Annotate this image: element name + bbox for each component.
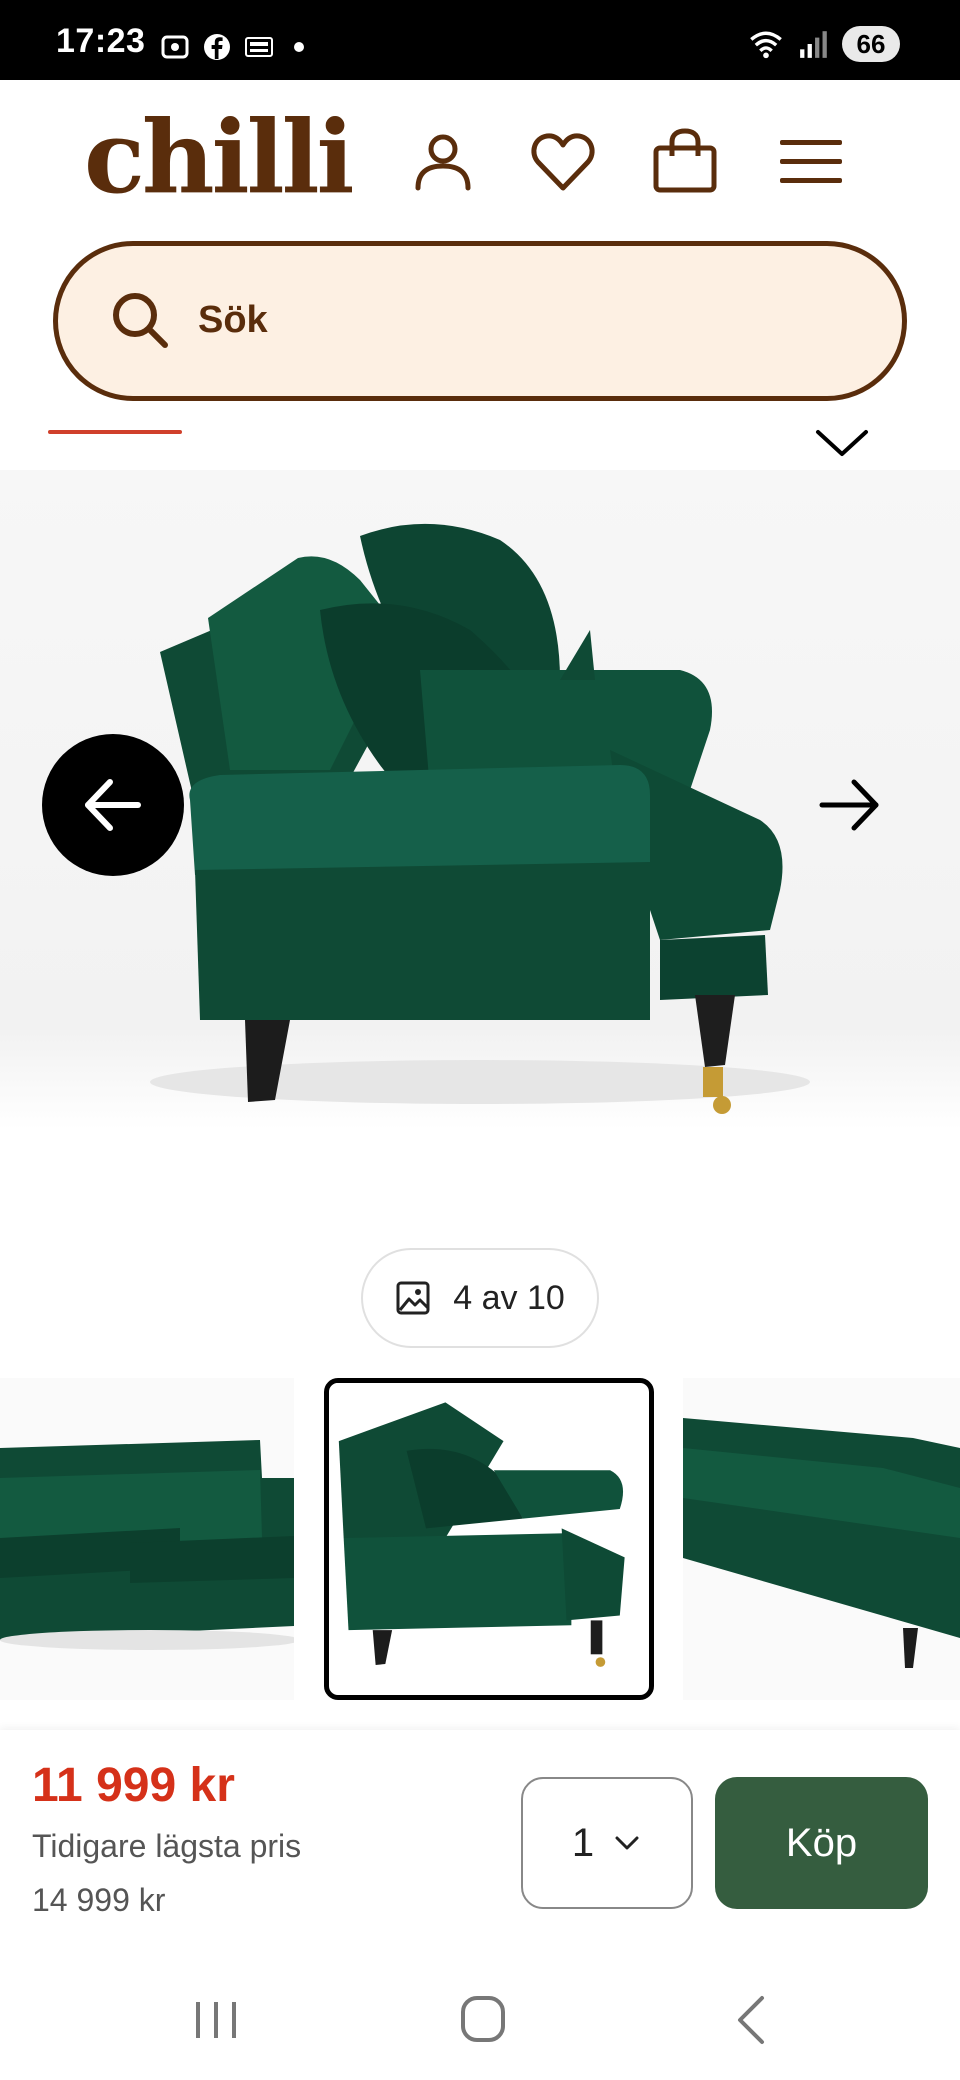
chevron-down-icon[interactable]	[812, 424, 872, 464]
thumbnail-5[interactable]	[683, 1378, 960, 1700]
status-bar: 17:23 66	[0, 0, 960, 80]
next-image-button[interactable]	[780, 734, 922, 876]
previous-price: 14 999 kr	[32, 1882, 166, 1918]
image-counter-text: 4 av 10	[453, 1278, 565, 1317]
menu-icon[interactable]	[776, 126, 846, 196]
arrow-right-icon	[819, 779, 879, 831]
temu-icon	[245, 37, 273, 57]
quantity-value: 1	[571, 1820, 595, 1865]
signal-icon	[800, 31, 827, 58]
facebook-icon	[204, 34, 230, 60]
previous-price-label: Tidigare lägsta pris	[32, 1828, 302, 1864]
battery-indicator: 66	[842, 26, 900, 62]
tab-indicator	[48, 430, 182, 434]
chilli-logo[interactable]: chilli	[84, 102, 355, 212]
home-icon[interactable]	[443, 1984, 523, 2054]
thumbnail-4-selected[interactable]	[324, 1378, 654, 1700]
wifi-icon	[750, 31, 782, 59]
android-navigation-bar	[0, 1956, 960, 2080]
heart-icon[interactable]	[528, 126, 598, 196]
more-notifications-dot	[294, 42, 304, 52]
status-time: 17:23	[56, 22, 146, 60]
notification-icons	[160, 32, 304, 62]
buy-button[interactable]: Köp	[715, 1777, 928, 1909]
recent-apps-icon[interactable]	[176, 1984, 256, 2054]
image-icon	[396, 1281, 430, 1315]
current-price: 11 999 kr	[32, 1759, 235, 1812]
quantity-select[interactable]: 1	[521, 1777, 693, 1909]
system-icons: 66	[746, 26, 900, 62]
site-header: chilli	[0, 80, 960, 230]
image-counter[interactable]: 4 av 10	[361, 1248, 599, 1348]
search-bar[interactable]	[53, 241, 907, 401]
thumbnail-strip	[0, 1370, 960, 1710]
screenshot-icon	[161, 35, 189, 59]
search-input[interactable]	[198, 280, 838, 360]
account-icon[interactable]	[408, 126, 478, 196]
previous-image-button[interactable]	[42, 734, 184, 876]
chevron-down-icon	[615, 1836, 639, 1850]
back-icon[interactable]	[712, 1984, 792, 2054]
buy-bar: 11 999 kr Tidigare lägsta pris 14 999 kr…	[0, 1730, 960, 1956]
bag-icon[interactable]	[650, 126, 720, 196]
search-icon	[113, 293, 168, 348]
thumbnail-3[interactable]	[0, 1378, 294, 1700]
arrow-left-icon	[85, 779, 141, 831]
